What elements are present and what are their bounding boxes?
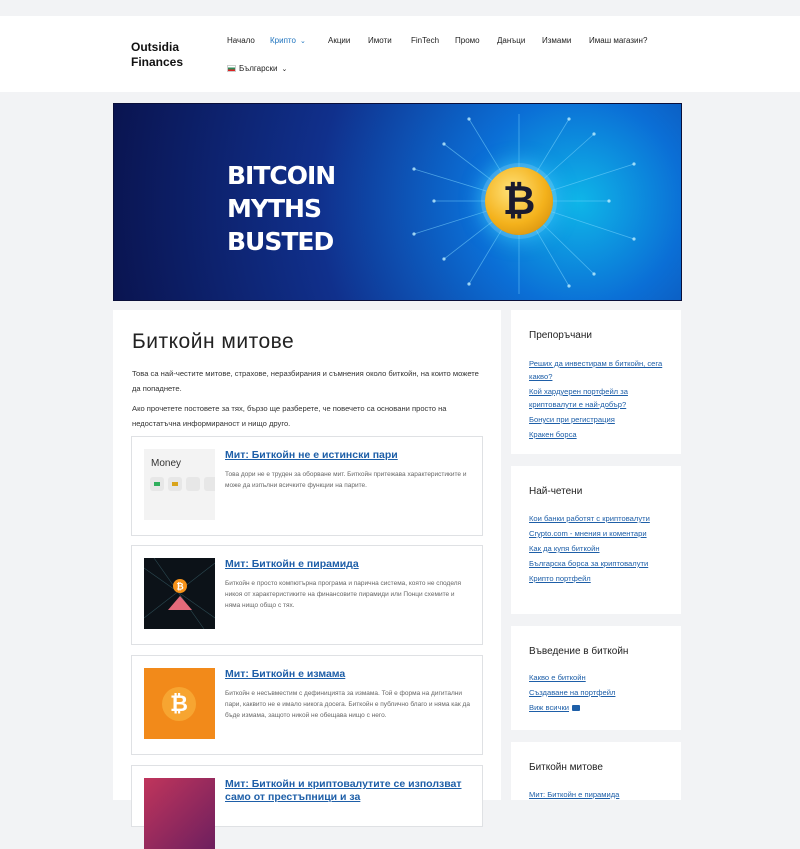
sidebar-link[interactable]: Крипто портфейл [529, 572, 674, 585]
card-title-link[interactable]: Мит: Биткойн и криптовалутите се използв… [225, 778, 470, 804]
sidebar-intro-bitcoin: Въведение в биткойн Какво е биткойн Създ… [511, 626, 681, 730]
sidebar-link[interactable]: Как да купя биткойн [529, 542, 674, 555]
widget-links: Реших да инвестирам в биткойн, сега какв… [529, 357, 674, 443]
sidebar-link[interactable]: Бонуси при регистрация [529, 413, 674, 426]
nav-item-shop[interactable]: Имаш магазин? [589, 36, 647, 45]
svg-text:₿: ₿ [176, 582, 183, 593]
banner-line-2: MYTHS [227, 194, 322, 223]
widget-links: Какво е биткойн Създаване на портфейл Ви… [529, 671, 674, 716]
money-app-thumbnail[interactable]: Money [144, 449, 215, 520]
language-label: Български [239, 64, 278, 73]
circuit-lines-decoration [412, 114, 636, 294]
nav-item-taxes[interactable]: Данъци [497, 36, 525, 45]
bitcoin-icon: ₿ [144, 668, 215, 739]
banner-line-1: BITCOIN [227, 161, 336, 190]
widget-title: Най-четени [529, 486, 583, 497]
sidebar-link[interactable]: Кои банки работят с криптовалути [529, 512, 674, 525]
sidebar-bitcoin-myths: Биткойн митове Мит: Биткойн е пирамида [511, 742, 681, 800]
nav-item-scams[interactable]: Измами [542, 36, 571, 45]
intro-paragraph-1: Това са най-честите митове, страхове, не… [132, 369, 479, 393]
pyramid-thumbnail[interactable]: ₿ [144, 558, 215, 629]
card-excerpt: Това дори не е труден за оборване мит. Б… [225, 471, 467, 489]
nav-item-home[interactable]: Начало [227, 36, 255, 45]
svg-text:₿: ₿ [170, 692, 188, 717]
logo-line-2[interactable]: Finances [131, 55, 183, 70]
view-all-link[interactable]: Виж всички [529, 701, 674, 714]
sidebar-link[interactable]: Създаване на портфейл [529, 686, 674, 699]
widget-title: Препоръчани [529, 330, 592, 341]
chevron-down-icon: ⌄ [299, 38, 306, 45]
folder-icon [572, 705, 581, 711]
sidebar-link[interactable]: Какво е биткойн [529, 671, 674, 684]
language-switcher[interactable]: Български ⌄ [227, 64, 287, 73]
widget-title: Въведение в биткойн [529, 646, 629, 657]
nav-item-crypto-label: Крипто [270, 36, 296, 45]
article-card[interactable]: ₿ Мит: Биткойн е пирамида Биткойн е прос… [131, 545, 483, 645]
article-card[interactable]: Money Мит: Биткойн не е истински пари То… [131, 436, 483, 536]
bulgarian-flag-icon [227, 65, 236, 73]
hero-banner: BITCOIN MYTHS BUSTED ₿ [113, 103, 682, 301]
nav-item-promo[interactable]: Промо [455, 36, 480, 45]
logo-line-1[interactable]: Outsidia [131, 40, 183, 55]
banner-headline: BITCOIN MYTHS BUSTED [227, 159, 336, 258]
thumb-label: Money [151, 458, 182, 469]
widget-links: Кои банки работят с криптовалути Crypto.… [529, 512, 674, 587]
site-logo[interactable]: Outsidia Finances [131, 40, 183, 70]
card-title-link[interactable]: Мит: Биткойн е пирамида [225, 558, 470, 571]
view-all-label: Виж всички [529, 703, 570, 712]
chevron-down-icon: ⌄ [281, 66, 288, 73]
bitcoin-coin-icon: ₿ [485, 167, 553, 235]
page-title: Биткойн митове [132, 330, 295, 353]
article-card[interactable]: ₿ Мит: Биткойн е измама Биткойн е несъвм… [131, 655, 483, 755]
sidebar-link[interactable]: Българска борса за криптовалути [529, 557, 674, 570]
nav-item-fintech[interactable]: FinTech [411, 36, 439, 45]
card-title-link[interactable]: Мит: Биткойн не е истински пари [225, 449, 470, 462]
intro-paragraph-2: Ако прочетете постовете за тях, бързо ще… [132, 404, 447, 428]
sidebar-most-read: Най-четени Кои банки работят с криптовал… [511, 466, 681, 614]
sidebar-link[interactable]: Crypto.com - мнения и коментари [529, 527, 674, 540]
nav-item-stocks[interactable]: Акции [328, 36, 350, 45]
card-title-link[interactable]: Мит: Биткойн е измама [225, 668, 470, 681]
pyramid-icon: ₿ [144, 558, 215, 629]
sidebar-link[interactable]: Кракен борса [529, 428, 674, 441]
widget-title: Биткойн митове [529, 762, 603, 773]
banner-line-3: BUSTED [227, 227, 334, 256]
sidebar-recommended: Препоръчани Реших да инвестирам в биткой… [511, 310, 681, 454]
scam-thumbnail[interactable]: ₿ [144, 668, 215, 739]
article-card[interactable]: Мит: Биткойн и криптовалутите се използв… [131, 765, 483, 849]
sidebar-link[interactable]: Реших да инвестирам в биткойн, сега какв… [529, 357, 674, 383]
card-excerpt: Биткойн е несъвместим с дефиницията за и… [225, 690, 470, 719]
sidebar-link[interactable]: Мит: Биткойн е пирамида [529, 788, 674, 801]
widget-links: Мит: Биткойн е пирамида [529, 788, 674, 803]
site-header: Outsidia Finances Начало Крипто ⌄ Акции И… [0, 16, 800, 92]
card-excerpt: Биткойн е просто компютърна програма и п… [225, 580, 462, 609]
criminals-thumbnail[interactable] [144, 778, 215, 849]
article-content: Биткойн митове Това са най-честите митов… [113, 310, 501, 849]
nav-item-crypto[interactable]: Крипто ⌄ [270, 36, 306, 45]
nav-item-realestate[interactable]: Имоти [368, 36, 392, 45]
sidebar-link[interactable]: Кой хардуерен портфейл за криптовалути е… [529, 385, 674, 411]
